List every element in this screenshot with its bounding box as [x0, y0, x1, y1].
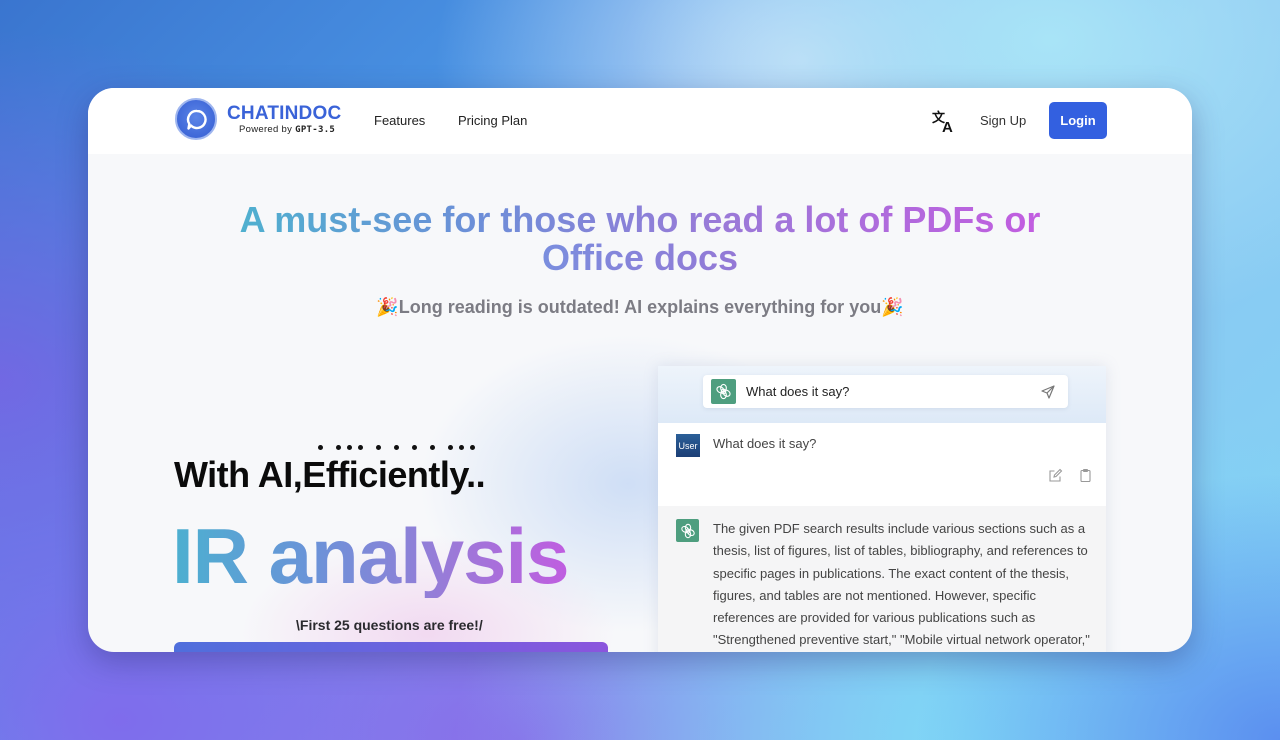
sign-up-link[interactable]: Sign Up — [980, 113, 1026, 128]
openai-logo-icon — [676, 519, 699, 542]
svg-text:A: A — [942, 119, 953, 134]
brand-name: CHATINDOC — [227, 102, 342, 124]
headline-line-2: Office docs — [541, 237, 739, 278]
page-headline: A must-see for those who read a lot of P… — [88, 201, 1192, 277]
tagline: With AI,Efficiently.. — [174, 454, 486, 495]
dot — [430, 445, 435, 450]
dot — [394, 445, 399, 450]
clipboard-icon[interactable] — [1078, 468, 1093, 483]
chat-input-area: What does it say? — [658, 366, 1106, 423]
ai-message-text: The given PDF search results include var… — [713, 521, 1090, 648]
dot — [459, 445, 464, 450]
login-button[interactable]: Login — [1049, 102, 1107, 139]
free-questions-note: \First 25 questions are free!/ — [296, 617, 483, 633]
nav-pricing-plan[interactable]: Pricing Plan — [458, 113, 527, 128]
get-started-button[interactable] — [174, 642, 608, 652]
rotating-use-case: IR analysis — [172, 512, 570, 600]
dot — [376, 445, 381, 450]
dot — [347, 445, 352, 450]
headline-line-1: A must-see for those who read a lot of P… — [239, 199, 1041, 240]
question-input[interactable]: What does it say? — [703, 375, 1068, 408]
dot — [448, 445, 453, 450]
chat-bubble-logo-icon — [175, 98, 217, 140]
nav-features[interactable]: Features — [374, 113, 425, 128]
openai-logo-icon — [711, 379, 736, 404]
edit-icon[interactable] — [1048, 468, 1063, 483]
dot — [358, 445, 363, 450]
dot — [470, 445, 475, 450]
powered-by-prefix: Powered by — [239, 123, 296, 135]
dot — [412, 445, 417, 450]
user-message-row: User What does it say? — [658, 423, 1106, 506]
chat-preview-panel: What does it say? User What does it say? — [658, 366, 1106, 652]
user-message-text: What does it say? — [713, 436, 817, 451]
ai-message-row: The given PDF search results include var… — [658, 506, 1106, 652]
typing-dots-decoration — [318, 445, 481, 450]
user-avatar: User — [676, 434, 700, 457]
hero-section: A must-see for those who read a lot of P… — [88, 154, 1192, 652]
app-window: CHATINDOC Powered by GPT-3.5 Features Pr… — [88, 88, 1192, 652]
powered-by: Powered by GPT-3.5 — [227, 123, 341, 135]
dot — [318, 445, 323, 450]
dot — [336, 445, 341, 450]
question-input-value[interactable]: What does it say? — [746, 384, 1040, 399]
powered-by-model: GPT-3.5 — [295, 124, 336, 135]
send-icon[interactable] — [1040, 384, 1056, 400]
translate-icon[interactable]: 文 A — [931, 108, 957, 136]
top-navigation: CHATINDOC Powered by GPT-3.5 Features Pr… — [88, 88, 1192, 154]
page-subheadline: 🎉Long reading is outdated! AI explains e… — [376, 297, 904, 317]
logo[interactable]: CHATINDOC Powered by GPT-3.5 — [175, 98, 341, 140]
